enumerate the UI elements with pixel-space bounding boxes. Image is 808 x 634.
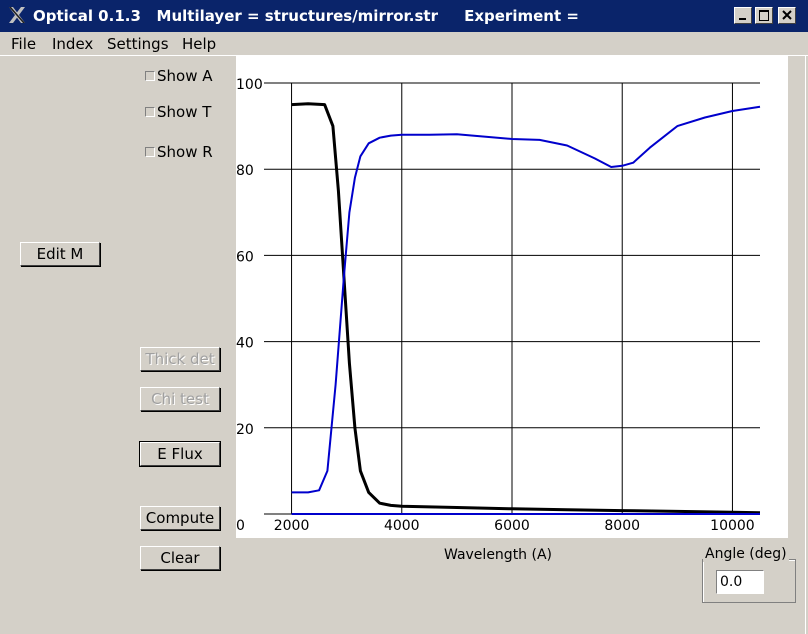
checkbox-box[interactable]	[145, 107, 155, 117]
x-tick-label: 6000	[494, 518, 530, 534]
plot-area: 2000 4000 6000 8000 10000 0 20 40 60 80 100	[236, 56, 788, 538]
window-title: Optical 0.1.3 Multilayer = structures/mi…	[33, 7, 579, 25]
x-axis-label: Wavelength (A)	[444, 547, 553, 563]
y-tick-label: 20	[236, 422, 254, 438]
spectrum-chart: 2000 4000 6000 8000 10000 0 20 40 60 80 100	[236, 77, 761, 534]
e-flux-button[interactable]: E Flux	[139, 441, 221, 467]
checkbox-box[interactable]	[145, 71, 155, 81]
maximize-button[interactable]	[755, 7, 773, 24]
edit-m-button[interactable]: Edit M	[20, 242, 100, 266]
x11-logo-icon	[9, 7, 25, 23]
menu-bar: File Index Settings Help	[0, 32, 808, 56]
show-a-label: Show A	[157, 67, 213, 85]
angle-input[interactable]	[716, 570, 764, 594]
maximize-icon	[759, 10, 769, 21]
menu-settings[interactable]: Settings	[107, 35, 169, 53]
y-tick-label: 0	[236, 518, 245, 534]
close-icon	[782, 10, 792, 20]
x-tick-label: 4000	[384, 518, 420, 534]
series-line-black	[291, 102, 761, 515]
series-line-blue	[291, 105, 761, 494]
minimize-icon	[739, 18, 746, 20]
show-t-label: Show T	[157, 103, 212, 121]
y-tick-label: 40	[236, 336, 254, 352]
thick-det-button[interactable]: Thick det	[140, 347, 220, 371]
window-edge	[805, 56, 806, 634]
close-button[interactable]	[778, 7, 796, 24]
y-tick-label: 100	[236, 77, 263, 93]
menu-index[interactable]: Index	[52, 35, 93, 53]
minimize-button[interactable]	[734, 7, 752, 24]
menu-help[interactable]: Help	[182, 35, 216, 53]
title-bar: Optical 0.1.3 Multilayer = structures/mi…	[0, 0, 808, 32]
checkbox-box[interactable]	[145, 147, 155, 157]
x-tick-label: 2000	[274, 518, 310, 534]
show-r-label: Show R	[157, 143, 213, 161]
x-tick-label: 8000	[604, 518, 640, 534]
y-tick-label: 60	[236, 249, 254, 265]
clear-button[interactable]: Clear	[140, 546, 220, 570]
menu-file[interactable]: File	[11, 35, 36, 53]
x-tick-label: 10000	[710, 518, 755, 534]
compute-button[interactable]: Compute	[140, 506, 220, 530]
y-tick-label: 80	[236, 163, 254, 179]
angle-label: Angle (deg)	[703, 546, 789, 562]
chi-test-button[interactable]: Chi test	[140, 387, 220, 411]
